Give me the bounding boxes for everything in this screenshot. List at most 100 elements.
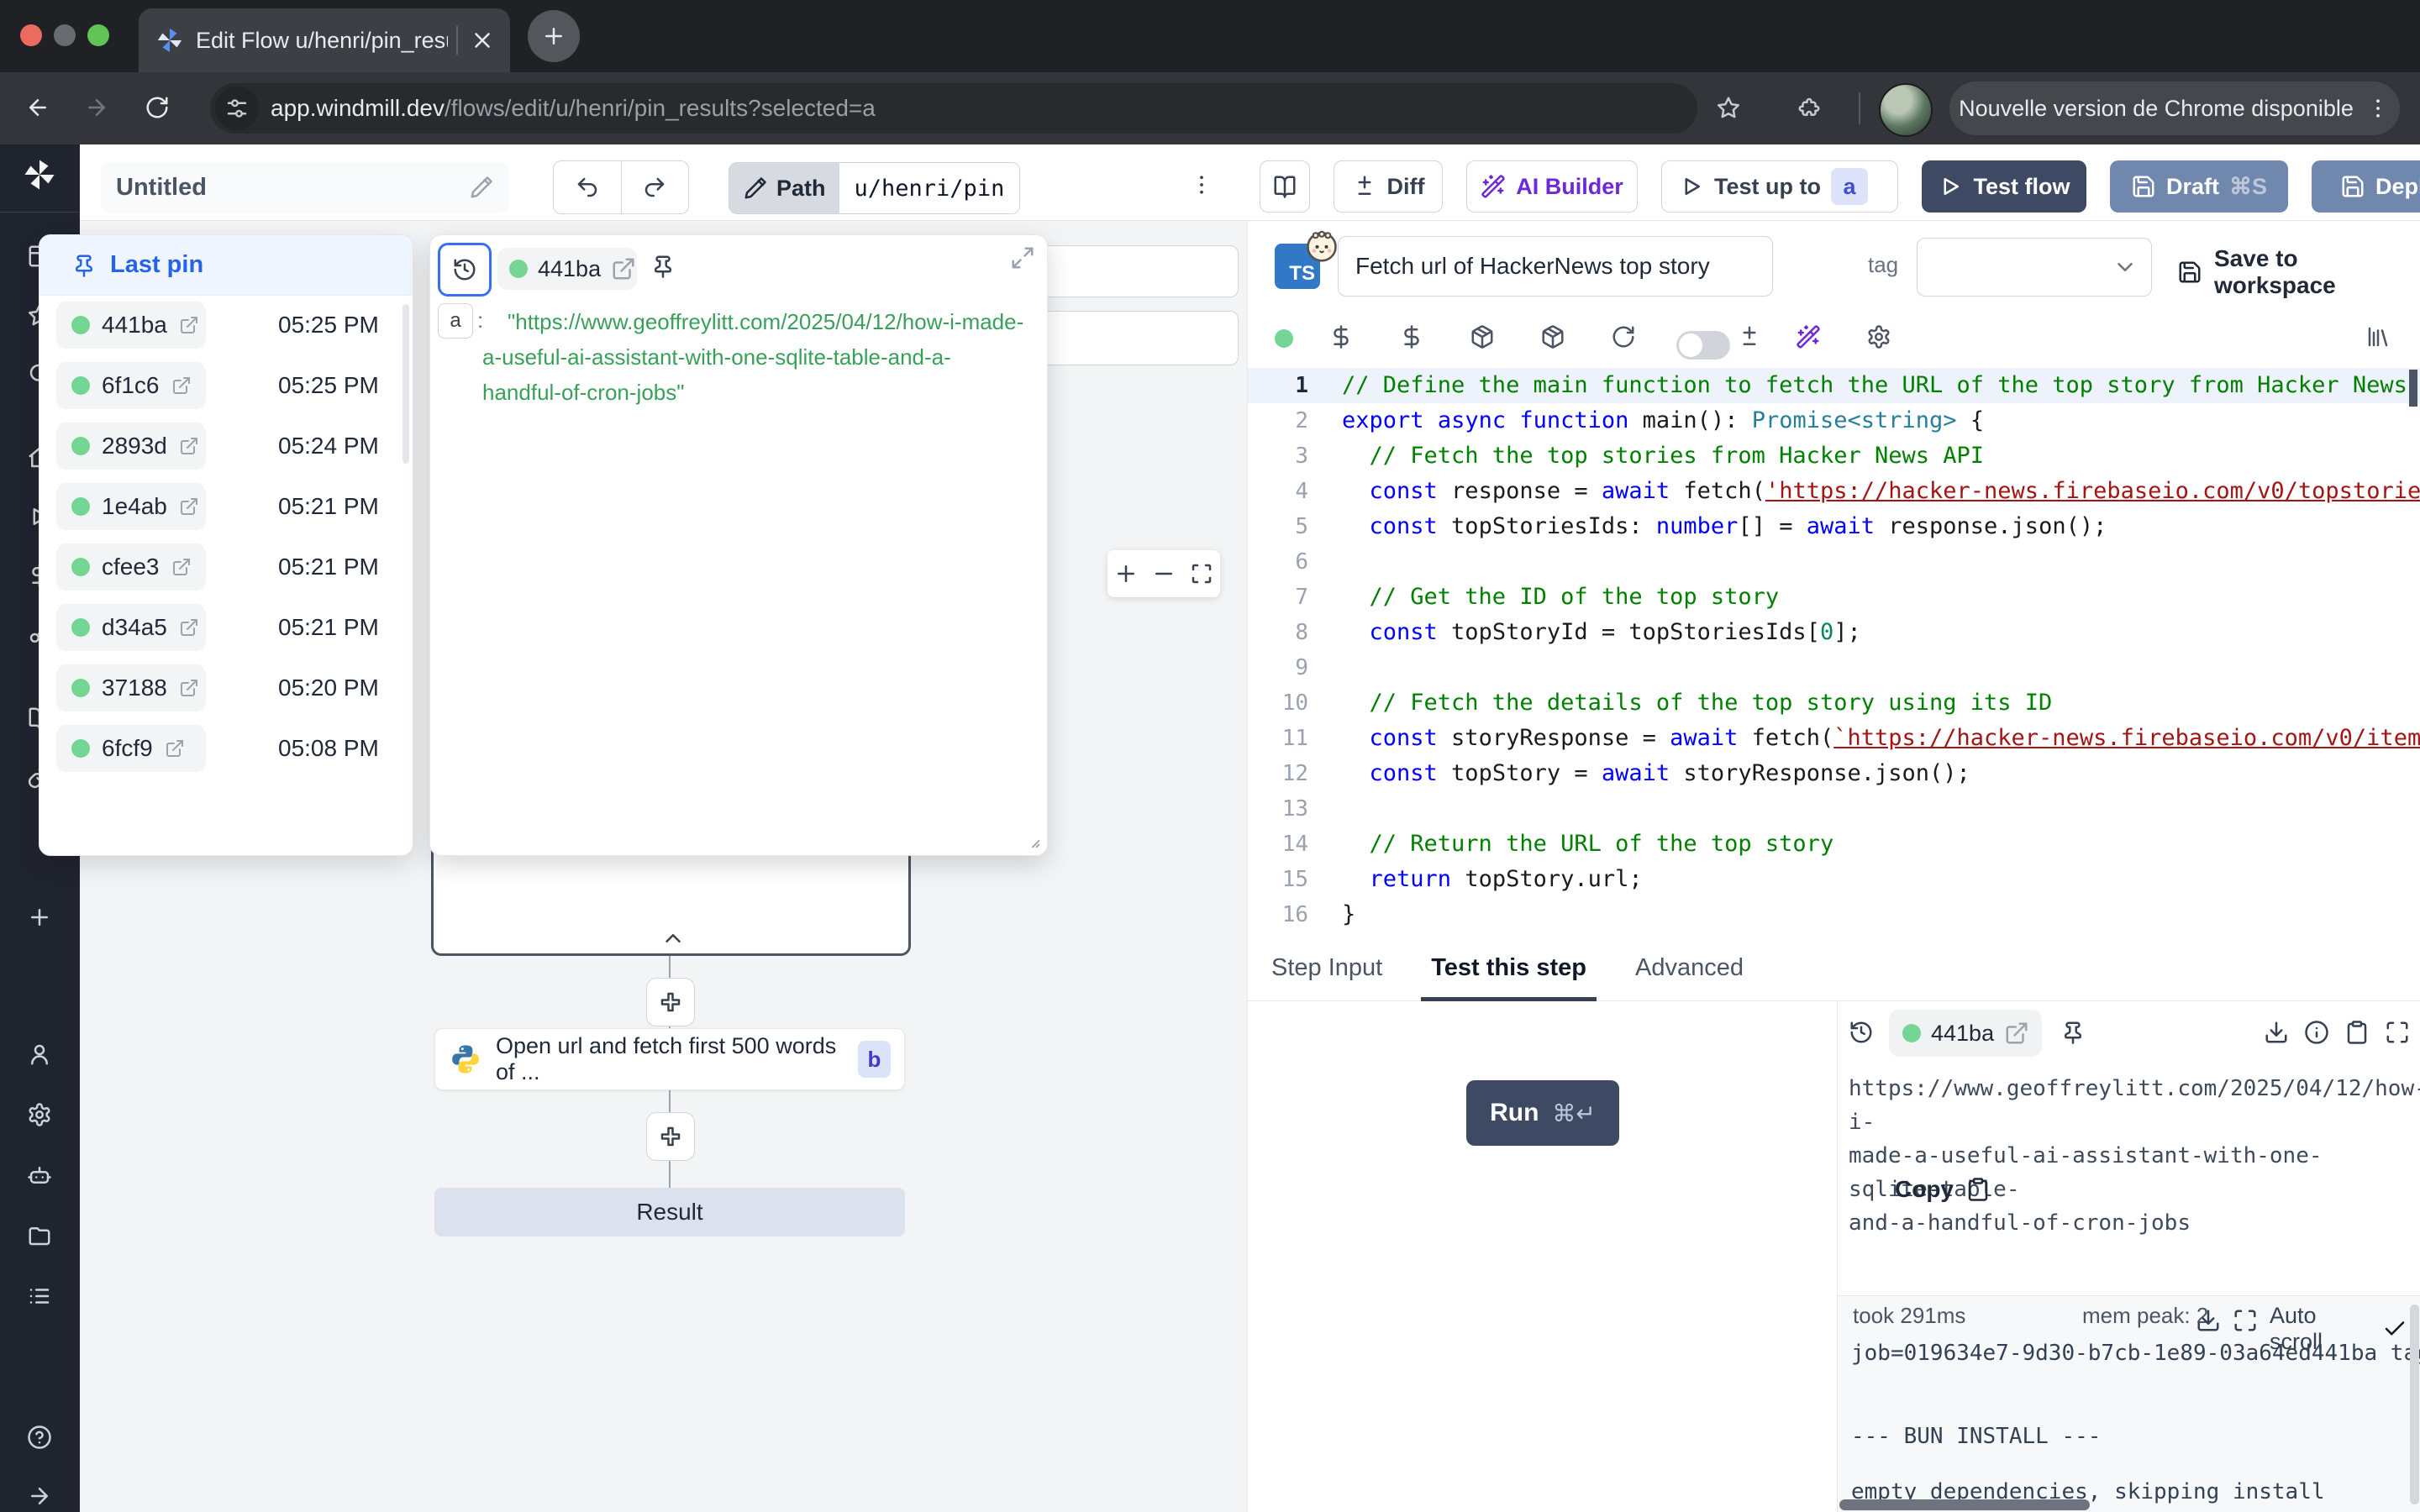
- external-link-icon[interactable]: [2004, 1021, 2029, 1046]
- site-settings-icon[interactable]: [215, 87, 259, 130]
- code-line[interactable]: 10 // Fetch the details of the top story…: [1248, 685, 2420, 721]
- tab-step-input[interactable]: Step Input: [1271, 936, 1382, 1001]
- package-icon[interactable]: [1470, 324, 1495, 349]
- editor-toggle[interactable]: [1676, 331, 1730, 360]
- chrome-update-button[interactable]: Nouvelle version de Chrome disponible: [1949, 81, 2400, 135]
- pin-chip[interactable]: d34a5: [56, 604, 206, 651]
- windmill-logo-icon[interactable]: [22, 157, 57, 197]
- sidebar-expand-icon[interactable]: [27, 1483, 52, 1512]
- log-hscrollbar[interactable]: [1839, 1499, 2090, 1510]
- resources-icon[interactable]: [1399, 324, 1424, 349]
- edit-name-icon[interactable]: [469, 175, 494, 200]
- pin-chip[interactable]: 1e4ab: [56, 483, 206, 530]
- history-button[interactable]: [438, 243, 492, 297]
- result-value[interactable]: "https://www.geoffreylitt.com/2025/04/12…: [482, 304, 1027, 410]
- reload-icon[interactable]: [145, 95, 170, 120]
- info-icon[interactable]: [2304, 1020, 2329, 1045]
- forward-icon[interactable]: [84, 95, 109, 120]
- step-node-b[interactable]: Open url and fetch first 500 words of ..…: [434, 1028, 905, 1090]
- ai-assist-icon[interactable]: [1796, 324, 1821, 349]
- sidebar-item-folders[interactable]: [27, 1223, 52, 1252]
- flow-name-input[interactable]: Untitled: [101, 162, 509, 213]
- collapse-node-button[interactable]: [637, 926, 709, 951]
- reset-icon[interactable]: [1611, 324, 1636, 349]
- new-tab-button[interactable]: [528, 10, 580, 62]
- zoom-window-button[interactable]: [87, 24, 109, 46]
- download-icon[interactable]: [2264, 1020, 2289, 1045]
- code-line[interactable]: 1// Define the main function to fetch th…: [1248, 368, 2420, 403]
- code-line[interactable]: 11 const storyResponse = await fetch(`ht…: [1248, 721, 2420, 756]
- pin-list-scrollbar[interactable]: [402, 304, 409, 464]
- code-line[interactable]: 12 const topStory = await storyResponse.…: [1248, 756, 2420, 791]
- sidebar-item-workers[interactable]: [27, 1163, 52, 1192]
- code-line[interactable]: 13: [1248, 791, 2420, 827]
- run-button[interactable]: Run ⌘↵: [1466, 1080, 1619, 1146]
- code-line[interactable]: 3 // Fetch the top stories from Hacker N…: [1248, 438, 2420, 474]
- run-id-chip[interactable]: 441ba: [1889, 1010, 2042, 1057]
- diff-icon[interactable]: [1737, 324, 1762, 349]
- sidebar-add-icon[interactable]: [27, 905, 52, 934]
- back-icon[interactable]: [25, 95, 50, 120]
- package-icon[interactable]: [1540, 324, 1565, 349]
- result-node[interactable]: Result: [434, 1188, 905, 1236]
- log-vscrollbar[interactable]: [2410, 1305, 2419, 1504]
- external-link-icon[interactable]: [179, 496, 199, 517]
- pin-icon[interactable]: [2060, 1020, 2086, 1045]
- sidebar-item-logs[interactable]: [27, 1284, 52, 1313]
- deploy-button[interactable]: Deploy: [2312, 160, 2420, 213]
- code-line[interactable]: 6: [1248, 544, 2420, 580]
- path-control[interactable]: Path u/henri/pin: [729, 162, 1020, 214]
- close-tab-icon[interactable]: [470, 28, 495, 53]
- more-options-icon[interactable]: [1189, 172, 1214, 197]
- code-line[interactable]: 8 const topStoryId = topStoriesIds[0];: [1248, 615, 2420, 650]
- address-bar[interactable]: app.windmill.dev/flows/edit/u/henri/pin_…: [210, 83, 1697, 134]
- tab-test-this-step[interactable]: Test this step: [1431, 936, 1586, 1001]
- bookmark-star-icon[interactable]: [1716, 95, 1741, 120]
- library-icon[interactable]: [2365, 324, 2391, 349]
- minimize-window-button[interactable]: [54, 24, 76, 46]
- profile-avatar[interactable]: [1879, 83, 1933, 137]
- sidebar-item-settings[interactable]: [27, 1102, 52, 1131]
- code-line[interactable]: 9: [1248, 650, 2420, 685]
- pin-chip[interactable]: 6f1c6: [56, 362, 206, 409]
- external-link-icon[interactable]: [171, 557, 192, 577]
- add-step-button[interactable]: [646, 978, 695, 1026]
- code-line[interactable]: 16}: [1248, 897, 2420, 932]
- pin-chip[interactable]: 6fcf9: [56, 725, 206, 772]
- code-line[interactable]: 7 // Get the ID of the top story: [1248, 580, 2420, 615]
- variables-icon[interactable]: [1328, 324, 1354, 349]
- external-link-icon[interactable]: [179, 678, 199, 698]
- code-line[interactable]: 15 return topStory.url;: [1248, 862, 2420, 897]
- run-id-chip[interactable]: 441ba: [497, 248, 637, 290]
- browser-menu-icon[interactable]: [2365, 96, 2391, 121]
- code-line[interactable]: 14 // Return the URL of the top story: [1248, 827, 2420, 862]
- tab-advanced[interactable]: Advanced: [1635, 936, 1744, 1001]
- close-window-button[interactable]: [20, 24, 42, 46]
- add-step-button[interactable]: [646, 1112, 695, 1161]
- draft-button[interactable]: Draft ⌘S: [2110, 160, 2288, 213]
- expand-icon[interactable]: [1010, 245, 1035, 270]
- expand-logs-icon[interactable]: [2233, 1308, 2258, 1333]
- tag-select[interactable]: [1917, 238, 2152, 297]
- code-editor[interactable]: 1// Define the main function to fetch th…: [1248, 368, 2420, 936]
- undo-button[interactable]: [555, 161, 622, 213]
- external-link-icon[interactable]: [179, 436, 199, 456]
- history-icon[interactable]: [1849, 1020, 1874, 1045]
- test-up-to-button[interactable]: Test up to a: [1661, 160, 1898, 213]
- external-link-icon[interactable]: [165, 738, 185, 759]
- clipboard-icon[interactable]: [2344, 1020, 2370, 1045]
- download-logs-icon[interactable]: [2196, 1308, 2221, 1333]
- docs-button[interactable]: [1260, 160, 1310, 213]
- redo-button[interactable]: [622, 161, 688, 213]
- path-value[interactable]: u/henri/pin: [839, 163, 1020, 213]
- fit-view-icon[interactable]: [1189, 561, 1214, 586]
- external-link-icon[interactable]: [611, 256, 636, 281]
- resize-grip-icon[interactable]: [1023, 832, 1042, 850]
- zoom-in-icon[interactable]: [1113, 561, 1139, 586]
- editor-settings-icon[interactable]: [1866, 324, 1891, 349]
- pin-icon[interactable]: [650, 254, 676, 279]
- sidebar-item-users[interactable]: [27, 1042, 52, 1071]
- code-line[interactable]: 5 const topStoriesIds: number[] = await …: [1248, 509, 2420, 544]
- copy-button[interactable]: Copy: [1895, 1176, 1991, 1203]
- step-title-input[interactable]: [1338, 236, 1773, 297]
